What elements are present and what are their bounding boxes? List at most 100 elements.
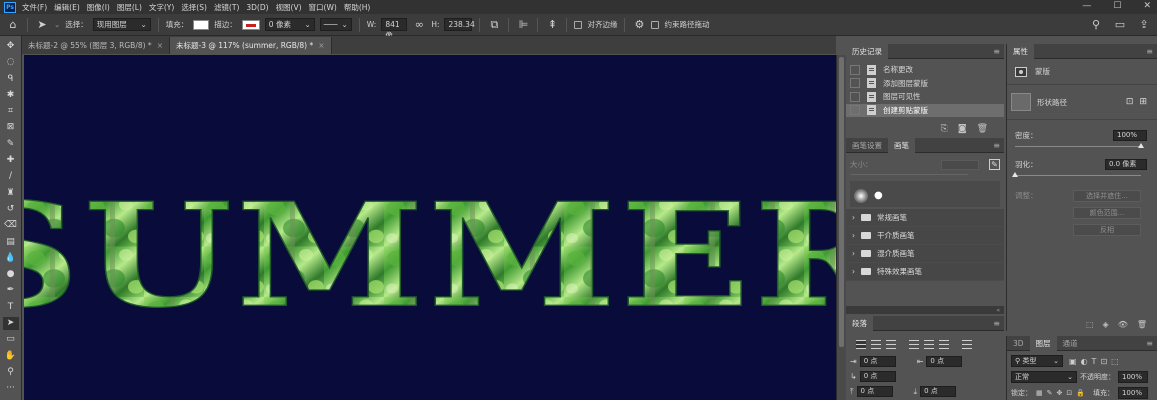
indent-right-field[interactable]: 0 点 xyxy=(926,356,963,367)
tab-history[interactable]: 历史记录 xyxy=(846,43,888,59)
path-selection-tool-icon[interactable]: ➤ xyxy=(35,18,49,32)
justify-left-icon[interactable] xyxy=(909,340,919,349)
indent-first-line-field[interactable]: 0 点 xyxy=(859,371,896,382)
menu-image[interactable]: 图像(I) xyxy=(87,2,110,13)
tab-layers[interactable]: 图层 xyxy=(1029,335,1057,351)
panel-menu-icon[interactable]: ≡ xyxy=(993,47,1000,56)
healing-brush-tool-icon[interactable]: ✚ xyxy=(3,154,19,167)
lock-position-icon[interactable]: ✥ xyxy=(1057,389,1063,397)
eyedropper-tool-icon[interactable]: ✎ xyxy=(3,138,19,151)
path-operations-icon[interactable]: ⧉ xyxy=(487,18,501,32)
tab-paragraph[interactable]: 段落 xyxy=(846,315,873,331)
select-dropdown[interactable]: 现用图层 ⌄ xyxy=(92,18,151,31)
maximize-button[interactable]: ☐ xyxy=(1113,1,1121,11)
space-before-field[interactable]: 0 点 xyxy=(856,386,893,397)
trash-icon[interactable]: 🗑 xyxy=(1137,320,1147,329)
pen-tool-icon[interactable]: ✒ xyxy=(3,284,19,297)
history-brush-tool-icon[interactable]: ↺ xyxy=(3,203,19,216)
clone-stamp-tool-icon[interactable]: ♜ xyxy=(3,187,19,200)
filter-adjustment-icon[interactable]: ◐ xyxy=(1081,357,1088,366)
brush-folder-general[interactable]: › 常规画笔 xyxy=(846,209,1004,227)
panel-menu-icon[interactable]: ≡ xyxy=(993,141,1000,150)
tab-3d[interactable]: 3D xyxy=(1007,336,1030,351)
link-icon[interactable]: ∞ xyxy=(412,18,426,32)
height-field[interactable]: 238.34 xyxy=(444,18,475,31)
brush-tool-icon[interactable]: ∕ xyxy=(3,170,19,183)
menu-type[interactable]: 文字(Y) xyxy=(149,2,174,13)
tab-properties[interactable]: 属性 xyxy=(1007,43,1034,59)
filter-pixel-icon[interactable]: ▣ xyxy=(1069,357,1077,366)
lock-artboard-icon[interactable]: ⊡ xyxy=(1066,389,1072,397)
close-tab-icon[interactable]: × xyxy=(318,41,324,50)
dodge-tool-icon[interactable]: ● xyxy=(3,268,19,281)
justify-center-icon[interactable] xyxy=(924,340,934,349)
menu-view[interactable]: 视图(V) xyxy=(276,2,302,13)
gradient-tool-icon[interactable]: ▤ xyxy=(3,236,19,249)
align-right-icon[interactable] xyxy=(886,340,896,349)
vector-mask-icon[interactable]: ⊞ xyxy=(1139,97,1147,107)
new-snapshot-icon[interactable]: ⎘ xyxy=(941,124,948,134)
menu-window[interactable]: 窗口(W) xyxy=(309,2,337,13)
density-field[interactable]: 100% xyxy=(1113,130,1147,141)
path-arrangement-icon[interactable]: ⇞ xyxy=(545,18,559,32)
feather-slider[interactable] xyxy=(1012,172,1141,177)
feather-field[interactable]: 0.0 像素 xyxy=(1105,159,1147,170)
frame-tool-icon[interactable]: ⊠ xyxy=(3,121,19,134)
select-and-mask-button[interactable]: 选择并遮住... xyxy=(1073,190,1141,202)
opacity-field[interactable]: 100% xyxy=(1118,371,1148,383)
apply-mask-icon[interactable]: ⊡ xyxy=(1126,97,1134,107)
panel-collapse-bar[interactable]: « xyxy=(846,306,1004,314)
menu-help[interactable]: 帮助(H) xyxy=(344,2,371,13)
color-range-button[interactable]: 颜色范围... xyxy=(1073,207,1141,219)
workspace-icon[interactable]: ▭ xyxy=(1113,18,1127,32)
width-field[interactable]: 841 像 xyxy=(381,18,408,40)
panel-menu-icon[interactable]: ≡ xyxy=(1146,339,1153,348)
minimize-button[interactable]: — xyxy=(1082,1,1091,11)
marquee-tool-icon[interactable]: ◌ xyxy=(3,56,19,69)
blend-mode-dropdown[interactable]: 正常 ⌄ xyxy=(1011,371,1077,383)
path-selection-tool-icon[interactable]: ➤ xyxy=(2,317,19,331)
tab-document-2[interactable]: 未标题-2 @ 55% (图层 3, RGB/8) * × xyxy=(22,37,170,54)
brush-folder-wet[interactable]: › 湿介质画笔 xyxy=(846,245,1004,263)
menu-filter[interactable]: 滤镜(T) xyxy=(214,2,239,13)
justify-all-icon[interactable] xyxy=(962,340,972,349)
menu-edit[interactable]: 编辑(E) xyxy=(54,2,80,13)
density-slider[interactable] xyxy=(1015,143,1144,148)
fill-swatch[interactable] xyxy=(193,19,210,30)
brush-size-field[interactable] xyxy=(941,159,979,170)
hard-brush-preset[interactable]: ● xyxy=(874,189,888,203)
gear-icon[interactable]: ⚙ xyxy=(632,18,646,32)
panel-menu-icon[interactable]: ≡ xyxy=(993,319,1000,328)
tab-brush-settings[interactable]: 画笔设置 xyxy=(846,138,888,153)
lock-image-icon[interactable]: ✎ xyxy=(1047,389,1053,397)
stroke-width-field[interactable]: 0 像素 ⌄ xyxy=(264,18,315,31)
menu-layer[interactable]: 图层(L) xyxy=(117,2,142,13)
align-center-icon[interactable] xyxy=(871,340,881,349)
panel-menu-icon[interactable]: ≡ xyxy=(1146,47,1153,56)
history-item[interactable]: 添加图层蒙版 xyxy=(846,77,1004,91)
soft-brush-preset[interactable] xyxy=(854,189,868,203)
brush-edit-icon[interactable]: ✎ xyxy=(989,159,1000,170)
history-item[interactable]: 名称更改 xyxy=(846,63,1004,77)
apply-mask-button-icon[interactable]: ◈ xyxy=(1103,320,1109,329)
zoom-tool-icon[interactable]: ⚲ xyxy=(3,366,19,379)
invert-button[interactable]: 反相 xyxy=(1073,224,1141,236)
lasso-tool-icon[interactable]: ᑫ xyxy=(3,73,19,86)
justify-right-icon[interactable] xyxy=(939,340,949,349)
layer-kind-filter[interactable]: ⚲ 类型 ⌄ xyxy=(1011,355,1063,367)
rectangle-tool-icon[interactable]: ▭ xyxy=(3,333,19,346)
tab-channels[interactable]: 通道 xyxy=(1057,336,1084,351)
stroke-swatch[interactable] xyxy=(241,19,260,30)
lock-all-icon[interactable]: 🔒 xyxy=(1076,389,1085,397)
history-item-selected[interactable]: 创建剪贴蒙版 xyxy=(846,103,1004,117)
filter-type-icon[interactable]: T xyxy=(1092,357,1097,366)
search-icon[interactable]: ⚲ xyxy=(1089,18,1103,32)
stroke-type-dropdown[interactable]: ─── ⌄ xyxy=(319,18,352,31)
tab-brushes[interactable]: 画笔 xyxy=(888,137,915,153)
crop-tool-icon[interactable]: ⌗ xyxy=(3,105,19,118)
filter-shape-icon[interactable]: ⊡ xyxy=(1100,357,1107,366)
menu-3d[interactable]: 3D(D) xyxy=(246,3,268,12)
history-item[interactable]: 图层可见性 xyxy=(846,90,1004,104)
fill-field[interactable]: 100% xyxy=(1117,387,1148,399)
move-tool-icon[interactable]: ✥ xyxy=(3,40,19,53)
